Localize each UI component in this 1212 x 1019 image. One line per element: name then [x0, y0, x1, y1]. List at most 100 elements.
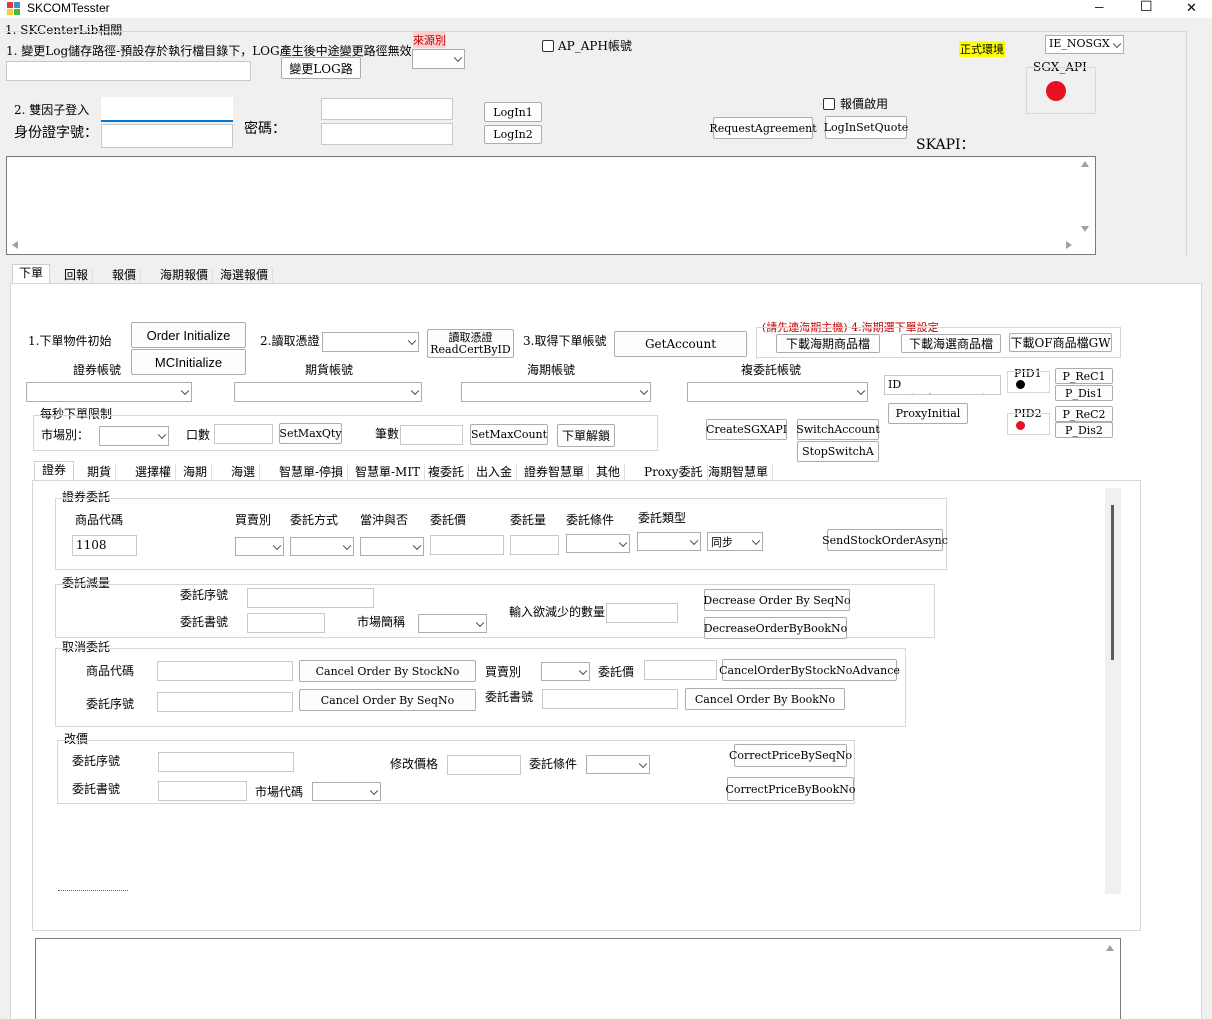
tab-foreign-quote[interactable]: 海期報價	[156, 267, 214, 283]
cancel-by-book-button[interactable]: Cancel Order By BookNo	[685, 688, 845, 710]
maximize-button[interactable]: ☐	[1140, 0, 1153, 15]
correct-by-seq-button[interactable]: CorrectPriceBySeqNo	[729, 744, 852, 767]
correct-seq-input[interactable]	[158, 752, 294, 772]
close-button[interactable]: ✕	[1186, 0, 1197, 16]
change-log-button[interactable]: 變更LOG路	[281, 57, 361, 79]
p-dis1-button[interactable]: P_Dis1	[1055, 385, 1113, 401]
product-code-input[interactable]: 1108	[72, 535, 137, 556]
quote-enable-checkbox[interactable]	[823, 98, 835, 110]
p-rec1-button[interactable]: P_ReC1	[1055, 368, 1113, 384]
two-factor-input[interactable]	[101, 97, 233, 122]
decrease-by-book-button[interactable]: DecreaseOrderByBookNo	[704, 617, 847, 639]
decrease-qty-input[interactable]	[606, 603, 678, 623]
env-select[interactable]: IE_NOSGX	[1045, 35, 1124, 54]
order-method-select[interactable]	[290, 537, 354, 556]
tab-order[interactable]: 下單	[12, 264, 51, 284]
tab-report[interactable]: 回報	[60, 267, 94, 283]
count-limit-input[interactable]	[400, 425, 463, 445]
sync-select[interactable]: 同步	[707, 532, 763, 551]
p-rec2-button[interactable]: P_ReC2	[1055, 406, 1113, 422]
order-type-select[interactable]	[637, 532, 701, 551]
cancel-book-input[interactable]	[542, 689, 678, 709]
foreign-futures-account-select[interactable]	[461, 382, 651, 402]
subtab-multi-entrust[interactable]: 複委託	[424, 464, 470, 480]
send-stock-order-async-button[interactable]: SendStockOrderAsync	[822, 529, 948, 551]
log-scroll-right-icon[interactable]	[1066, 241, 1072, 249]
subtab-stock[interactable]: 證券	[34, 461, 75, 481]
cancel-product-input[interactable]	[157, 661, 293, 681]
id-list-input[interactable]: ID List(ID1#ID2#...)	[884, 375, 1001, 395]
message-scroll-up-icon[interactable]	[1106, 945, 1114, 951]
switch-account-button[interactable]: SwitchAccount	[796, 419, 880, 440]
cancel-seq-input[interactable]	[157, 692, 293, 712]
order-price-input[interactable]	[430, 535, 504, 555]
login1-button[interactable]: LogIn1	[484, 102, 542, 122]
subtab-other[interactable]: 其他	[592, 464, 626, 480]
subtab-proxy-entrust[interactable]: Proxy委託	[640, 464, 708, 480]
subtab-smart-mit[interactable]: 智慧單-MIT	[351, 464, 426, 480]
password-input-1[interactable]	[321, 98, 453, 120]
get-account-button[interactable]: GetAccount	[614, 331, 747, 357]
minimize-button[interactable]: ─	[1095, 0, 1104, 14]
tab-quote[interactable]: 報價	[108, 267, 142, 283]
password-input-2[interactable]	[321, 123, 453, 145]
subtab-options[interactable]: 選擇權	[131, 464, 177, 480]
download-foreign-futures-button[interactable]: 下載海期商品檔	[776, 334, 880, 353]
download-foreign-options-button[interactable]: 下載海選商品檔	[901, 334, 1001, 353]
subtab-foreign-options[interactable]: 海選	[227, 464, 261, 480]
subtab-smart-stoploss[interactable]: 智慧單-停損	[275, 464, 349, 480]
download-of-products-button[interactable]: 下載OF商品檔GW	[1009, 333, 1112, 352]
subtab-deposit-withdraw[interactable]: 出入金	[472, 464, 518, 480]
cancel-price-input[interactable]	[644, 660, 717, 680]
ap-aph-checkbox[interactable]	[542, 40, 554, 52]
subtab-futures[interactable]: 期貨	[83, 464, 117, 480]
stock-account-select[interactable]	[26, 382, 192, 402]
day-trade-select[interactable]	[360, 537, 424, 556]
correct-condition-select[interactable]	[586, 755, 650, 774]
market-short-select[interactable]	[418, 614, 487, 633]
tab-foreign-option-quote[interactable]: 海選報價	[216, 267, 274, 283]
unlock-order-button[interactable]: 下單解鎖	[557, 424, 615, 447]
login2-button[interactable]: LogIn2	[484, 125, 542, 144]
message-listbox[interactable]	[35, 938, 1121, 1019]
new-price-input[interactable]	[447, 755, 521, 775]
request-agreement-button[interactable]: RequestAgreement	[709, 117, 817, 139]
futures-account-select[interactable]	[234, 382, 422, 402]
log-scroll-down-icon[interactable]	[1081, 226, 1089, 232]
set-max-qty-button[interactable]: SetMaxQty	[279, 423, 342, 444]
correct-book-input[interactable]	[158, 781, 247, 801]
cancel-by-stock-button[interactable]: Cancel Order By StockNo	[299, 660, 476, 682]
buy-sell-select[interactable]	[235, 537, 284, 556]
set-max-count-button[interactable]: SetMaxCount	[470, 424, 548, 445]
log-scroll-up-icon[interactable]	[1081, 161, 1089, 167]
stock-panel-scroll-thumb[interactable]	[1111, 505, 1114, 660]
log-scroll-left-icon[interactable]	[12, 241, 18, 249]
market-type-select[interactable]	[99, 426, 169, 446]
stop-switch-button[interactable]: StopSwitchA	[797, 441, 879, 462]
decrease-book-input[interactable]	[247, 613, 325, 633]
cert-select[interactable]	[322, 332, 419, 352]
subtab-stock-smart[interactable]: 證券智慧單	[520, 464, 590, 480]
create-sgx-api-button[interactable]: CreateSGXAPI	[706, 419, 787, 440]
decrease-seq-input[interactable]	[247, 588, 374, 608]
cancel-advance-button[interactable]: CancelOrderByStockNoAdvance	[719, 659, 900, 681]
multi-account-select[interactable]	[687, 382, 868, 402]
id-input[interactable]	[101, 124, 233, 148]
cancel-by-seq-button[interactable]: Cancel Order By SeqNo	[299, 689, 476, 711]
correct-by-book-button[interactable]: CorrectPriceByBookNo	[725, 777, 856, 801]
log-listbox[interactable]	[6, 156, 1096, 255]
read-cert-button[interactable]: 讀取憑證 ReadCertByID	[427, 329, 514, 358]
order-initialize-button[interactable]: Order Initialize	[131, 322, 246, 348]
qty-limit-input[interactable]	[214, 424, 273, 444]
mc-initialize-button[interactable]: MCInitialize	[131, 349, 246, 375]
market-code-select[interactable]	[312, 782, 381, 801]
order-condition-select[interactable]	[566, 534, 630, 553]
order-qty-input[interactable]	[510, 535, 559, 555]
p-dis2-button[interactable]: P_Dis2	[1055, 422, 1113, 438]
subtab-foreign-smart[interactable]: 海期智慧單	[704, 464, 774, 480]
cancel-buy-sell-select[interactable]	[541, 662, 590, 681]
subtab-foreign-futures[interactable]: 海期	[179, 464, 213, 480]
proxy-initial-button[interactable]: ProxyInitial	[888, 403, 968, 424]
decrease-by-seq-button[interactable]: Decrease Order By SeqNo	[703, 589, 851, 611]
login-setquote-button[interactable]: LogInSetQuote	[824, 116, 908, 139]
